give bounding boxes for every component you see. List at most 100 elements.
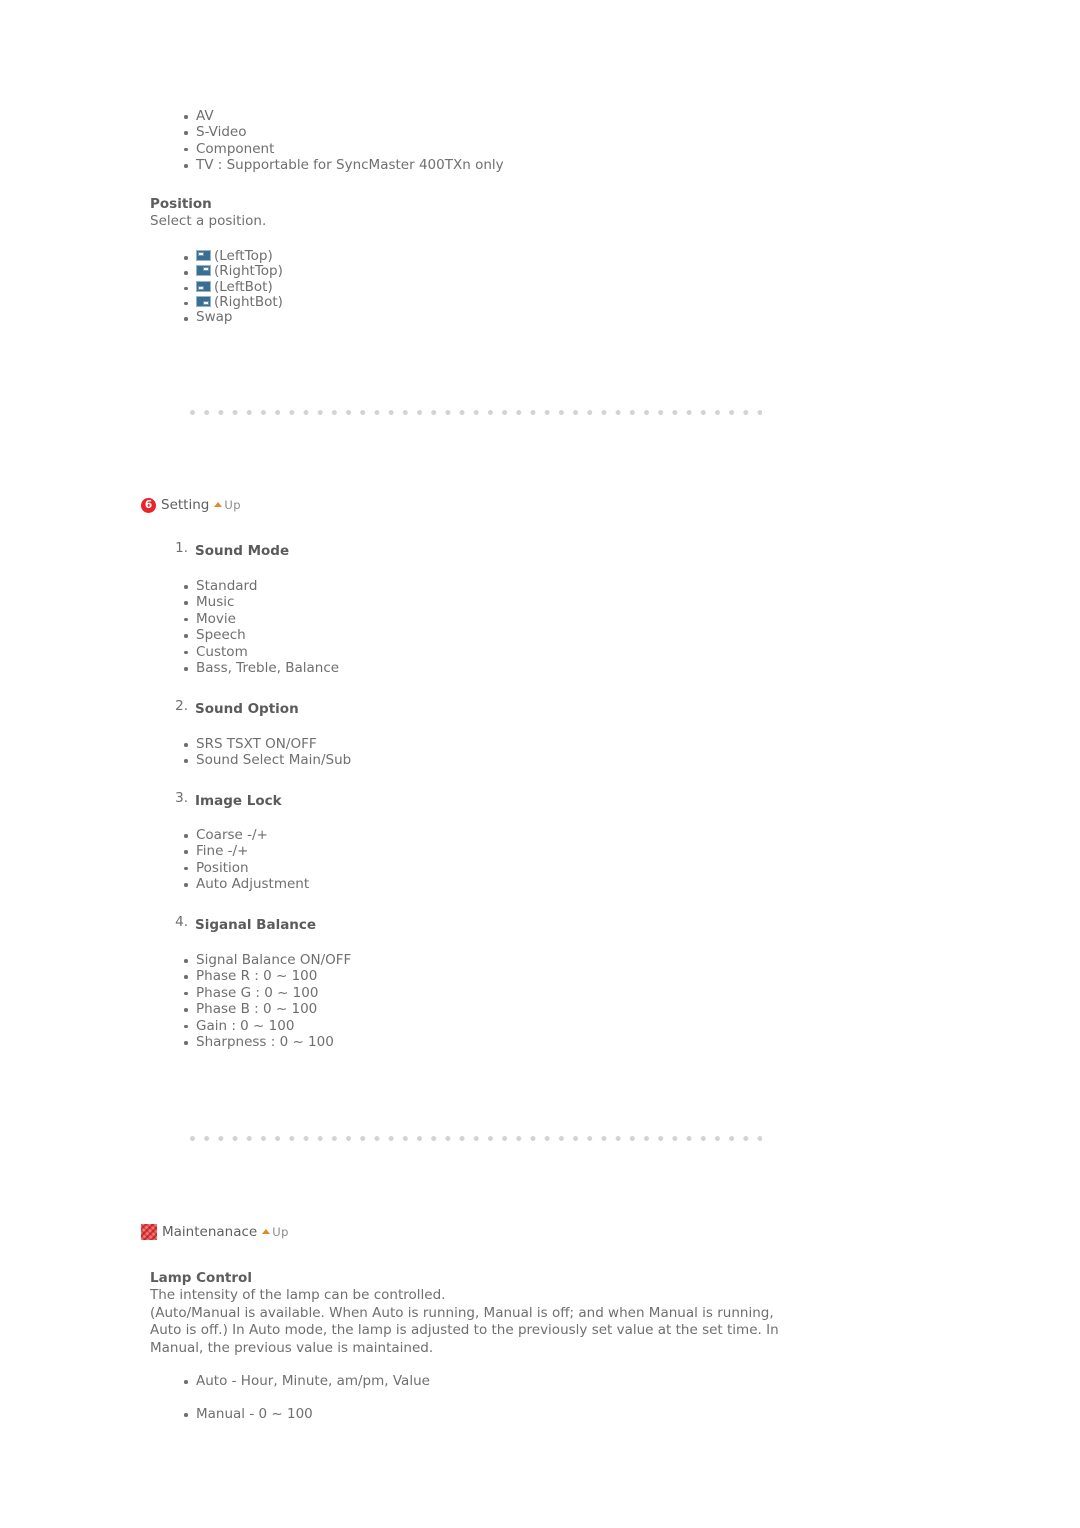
item-title: Image Lock — [195, 793, 282, 809]
list-item: S-Video — [150, 124, 950, 140]
lamp-control-block: Lamp Control The intensity of the lamp c… — [150, 1270, 790, 1357]
list-item-label: SRS TSXT ON/OFF — [196, 736, 317, 752]
list-item: Custom — [150, 644, 950, 660]
swap-label: Swap — [196, 309, 233, 326]
up-link-label: Up — [272, 1225, 289, 1239]
list-item-position-right-top: (RightTop) — [150, 264, 950, 279]
list-item: SRS TSXT ON/OFF — [150, 736, 950, 752]
signal-balance-list: Signal Balance ON/OFF Phase R : 0 ~ 100 … — [150, 952, 950, 1050]
maintenance-section-heading: Maintenanace Up — [141, 1224, 289, 1240]
maintenance-thumbnail-icon — [141, 1224, 157, 1240]
list-item: Phase G : 0 ~ 100 — [150, 985, 950, 1001]
position-section: Position Select a position. — [150, 196, 950, 231]
list-item: Gain : 0 ~ 100 — [150, 1018, 950, 1034]
list-item: Music — [150, 594, 950, 610]
position-options-list: (LeftTop) (RightTop) (LeftBot) (RightBot… — [150, 248, 950, 325]
sound-mode-options: Standard Music Movie Speech Custom Bass,… — [150, 578, 950, 676]
list-item-label: Auto - Hour, Minute, am/pm, Value — [196, 1373, 430, 1389]
up-triangle-icon — [262, 1228, 271, 1234]
list-number: 4. — [175, 914, 188, 930]
lamp-control-options: Auto - Hour, Minute, am/pm, Value Manual… — [150, 1373, 950, 1423]
list-number: 1. — [175, 540, 188, 556]
list-item: Sound Select Main/Sub — [150, 752, 950, 768]
list-item: Manual - 0 ~ 100 — [150, 1406, 950, 1422]
list-item: TV : Supportable for SyncMaster 400TXn o… — [150, 157, 950, 173]
setting-item-sound-mode: 1. Sound Mode — [150, 540, 950, 559]
list-item-label: Music — [196, 594, 235, 611]
section-divider-2 — [190, 1136, 762, 1141]
list-item-position-left-bottom: (LeftBot) — [150, 278, 950, 295]
list-item-label: Phase G : 0 ~ 100 — [196, 984, 319, 1001]
position-left-bottom-icon — [196, 280, 211, 292]
up-link[interactable]: Up — [262, 1225, 289, 1239]
sound-option-list: SRS TSXT ON/OFF Sound Select Main/Sub — [150, 736, 950, 769]
list-item: Movie — [150, 611, 950, 627]
position-option-label: (LeftTop) — [214, 248, 273, 264]
list-item: Fine -/+ — [150, 843, 950, 859]
up-link-label: Up — [224, 498, 242, 512]
list-item: AV — [150, 108, 950, 124]
position-option-label: (RightBot) — [214, 293, 283, 310]
position-left-top-icon — [196, 250, 211, 261]
list-item-label: Auto Adjustment — [196, 876, 310, 893]
list-item: Position — [150, 860, 950, 876]
up-triangle-icon — [214, 501, 223, 507]
position-description: Select a position. — [150, 213, 267, 229]
list-item-label: Sharpness : 0 ~ 100 — [196, 1034, 334, 1051]
maintenance-heading-label: Maintenanace — [162, 1224, 258, 1240]
list-item: Auto Adjustment — [150, 876, 950, 892]
list-item: Bass, Treble, Balance — [150, 660, 950, 676]
setting-item-signal-balance: 4. Siganal Balance — [150, 914, 950, 933]
list-item-label: AV — [196, 108, 214, 124]
lamp-control-paragraph-1: The intensity of the lamp can be control… — [150, 1287, 446, 1303]
list-item: Coarse -/+ — [150, 827, 950, 843]
list-item: Component — [150, 141, 950, 157]
list-item-label: Custom — [196, 643, 248, 660]
list-item-label: Sound Select Main/Sub — [196, 752, 352, 769]
list-item-label: Signal Balance ON/OFF — [196, 952, 352, 968]
signal-balance-options: Signal Balance ON/OFF Phase R : 0 ~ 100 … — [150, 952, 950, 1050]
source-list-block: AV S-Video Component TV : Supportable fo… — [150, 108, 950, 174]
list-item-label: Coarse -/+ — [196, 827, 268, 843]
section-number-badge: 6 — [141, 497, 156, 513]
section-divider-1 — [190, 410, 762, 415]
position-heading: Position — [150, 196, 212, 212]
list-item-label: Phase R : 0 ~ 100 — [196, 968, 318, 985]
list-item: Phase R : 0 ~ 100 — [150, 968, 950, 984]
list-item: Phase B : 0 ~ 100 — [150, 1001, 950, 1017]
lamp-control-heading: Lamp Control — [150, 1270, 252, 1286]
list-number: 3. — [175, 790, 188, 806]
list-item-label: Bass, Treble, Balance — [196, 660, 340, 677]
list-item-label: Fine -/+ — [196, 843, 249, 860]
position-options-block: (LeftTop) (RightTop) (LeftBot) (RightBot… — [150, 248, 950, 325]
image-lock-options: Coarse -/+ Fine -/+ Position Auto Adjust… — [150, 827, 950, 893]
setting-section-heading: 6 Setting Up — [141, 497, 241, 513]
list-item-label: Speech — [196, 627, 246, 644]
list-item: Auto - Hour, Minute, am/pm, Value — [150, 1373, 950, 1389]
lamp-control-paragraph-2: (Auto/Manual is available. When Auto is … — [150, 1304, 779, 1356]
position-right-bottom-icon — [196, 295, 211, 307]
source-list: AV S-Video Component TV : Supportable fo… — [150, 108, 950, 174]
setting-item-image-lock: 3. Image Lock — [150, 790, 950, 809]
list-item-label: S-Video — [196, 124, 247, 141]
list-item-label: Position — [196, 859, 249, 876]
document-page: AV S-Video Component TV : Supportable fo… — [0, 0, 1080, 1528]
lamp-control-list: Auto - Hour, Minute, am/pm, Value Manual… — [150, 1373, 950, 1423]
up-link[interactable]: Up — [214, 498, 241, 512]
list-item-label: Movie — [196, 610, 236, 627]
list-item: Sharpness : 0 ~ 100 — [150, 1034, 950, 1050]
list-item-label: Gain : 0 ~ 100 — [196, 1017, 295, 1034]
image-lock-list: Coarse -/+ Fine -/+ Position Auto Adjust… — [150, 827, 950, 893]
list-item-swap: Swap — [150, 310, 950, 325]
position-option-label: (LeftBot) — [214, 278, 273, 295]
list-item-label: Manual - 0 ~ 100 — [196, 1406, 313, 1423]
list-item-label: Standard — [196, 578, 258, 594]
setting-heading-label: Setting — [161, 497, 210, 513]
list-item-position-left-top: (LeftTop) — [150, 248, 950, 264]
sound-mode-list: Standard Music Movie Speech Custom Bass,… — [150, 578, 950, 676]
position-option-label: (RightTop) — [214, 263, 283, 280]
item-title: Sound Mode — [195, 543, 290, 559]
list-item-position-right-bottom: (RightBot) — [150, 293, 950, 310]
list-item: Speech — [150, 627, 950, 643]
position-right-top-icon — [196, 265, 211, 277]
